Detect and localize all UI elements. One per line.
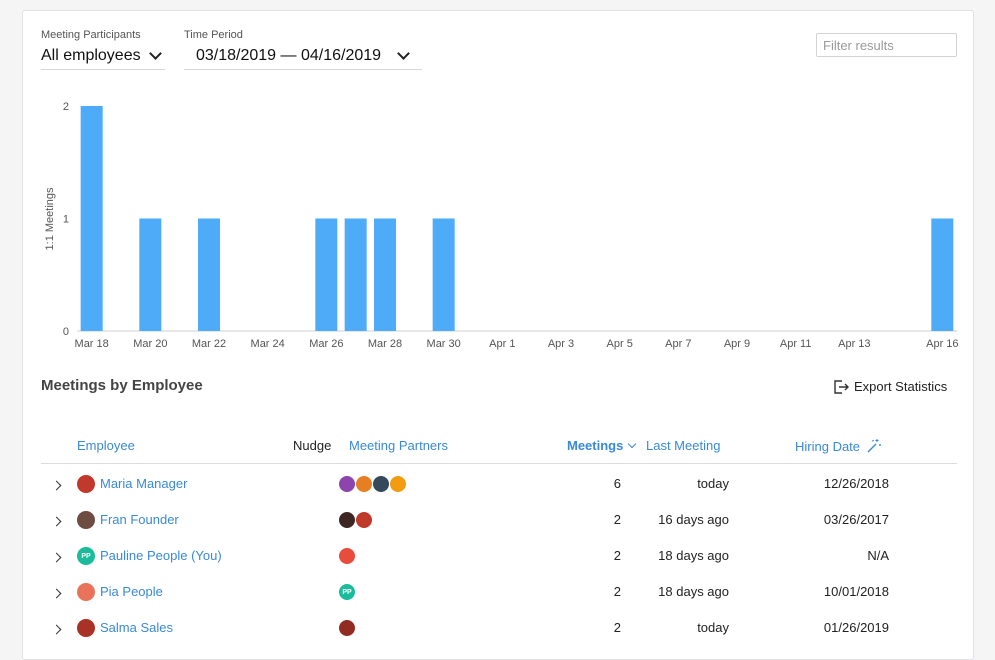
partner-avatar[interactable]: PP	[338, 583, 356, 601]
last-meeting: 18 days ago	[658, 584, 729, 599]
x-tick-label: Mar 30	[427, 338, 461, 350]
column-meetings[interactable]: Meetings	[567, 438, 637, 453]
y-tick-label: 1	[63, 214, 69, 226]
bar-apr-16	[931, 218, 954, 331]
column-last-meeting[interactable]: Last Meeting	[646, 438, 720, 453]
bar-mar-20	[139, 218, 162, 331]
avatar	[77, 475, 95, 493]
y-tick-label: 2	[63, 101, 69, 113]
last-meeting: 16 days ago	[658, 512, 729, 527]
employee-name-link[interactable]: Maria Manager	[100, 476, 187, 491]
x-tick-label: Apr 16	[926, 338, 958, 350]
chevron-right-icon[interactable]	[51, 516, 62, 527]
chevron-right-icon[interactable]	[51, 624, 62, 635]
bar-mar-28	[374, 218, 396, 331]
meeting-partners	[338, 547, 356, 565]
last-meeting: today	[697, 620, 729, 635]
x-tick-label: Mar 22	[192, 338, 226, 350]
x-tick-label: Apr 7	[665, 338, 691, 350]
column-employee[interactable]: Employee	[77, 438, 135, 453]
chevron-right-icon[interactable]	[51, 588, 62, 599]
x-tick-label: Mar 28	[368, 338, 402, 350]
export-statistics-button[interactable]: Export Statistics	[833, 379, 947, 394]
meetings-card: Meeting Participants All employees Time …	[22, 10, 974, 660]
bar-mar-30	[432, 218, 455, 331]
avatar	[77, 619, 95, 637]
x-tick-label: Apr 1	[489, 338, 515, 350]
avatar	[77, 511, 95, 529]
y-axis-label: 1:1 Meetings	[44, 187, 56, 250]
hiring-date: 12/26/2018	[823, 476, 889, 491]
hiring-date: N/A	[867, 548, 889, 563]
table-header-divider	[41, 463, 957, 464]
partner-avatar[interactable]	[355, 511, 373, 529]
meeting-partners	[338, 619, 356, 637]
bar-mar-27	[344, 218, 367, 331]
section-title: Meetings by Employee	[41, 377, 203, 394]
partner-avatar[interactable]	[372, 475, 390, 493]
x-tick-label: Apr 9	[724, 338, 750, 350]
table-row[interactable]: PP Pauline People (You) 2 18 days ago N/A	[23, 545, 975, 581]
x-tick-label: Apr 5	[607, 338, 633, 350]
hiring-date: 01/26/2019	[823, 620, 889, 635]
bar-mar-18	[80, 106, 103, 331]
partner-avatar[interactable]	[338, 511, 356, 529]
partner-avatar[interactable]	[338, 547, 356, 565]
employee-name-link[interactable]: Salma Sales	[100, 620, 173, 635]
hiring-date: 03/26/2017	[823, 512, 889, 527]
last-meeting: 18 days ago	[658, 548, 729, 563]
meetings-count: 2	[613, 620, 621, 635]
sort-desc-icon	[628, 439, 637, 449]
x-tick-label: Mar 18	[75, 338, 109, 350]
table-row[interactable]: Salma Sales 2 today 01/26/2019	[23, 617, 975, 653]
meetings-bar-chart: 0 1 2 1:1 Meetings Mar 18 Mar 20 Mar 22 Mar 24 M…	[44, 101, 959, 350]
meeting-partners: PP	[338, 583, 356, 601]
column-hiring-date[interactable]: Hiring Date	[795, 438, 882, 454]
meetings-count: 6	[613, 476, 621, 491]
column-meetings-label: Meetings	[567, 438, 624, 453]
avatar: PP	[77, 547, 95, 565]
hiring-date: 10/01/2018	[823, 584, 889, 599]
meeting-partners	[338, 511, 373, 529]
partner-avatar[interactable]	[338, 475, 356, 493]
avatar	[77, 583, 95, 601]
x-tick-label: Apr 3	[548, 338, 574, 350]
column-meeting-partners[interactable]: Meeting Partners	[349, 438, 448, 453]
bar-mar-22	[198, 218, 220, 331]
meetings-count: 2	[613, 548, 621, 563]
meetings-count: 2	[613, 512, 621, 527]
bar-mar-26	[315, 218, 338, 331]
magic-wand-icon	[867, 439, 882, 453]
partner-avatar[interactable]	[338, 619, 356, 637]
x-tick-label: Mar 20	[133, 338, 167, 350]
table-row[interactable]: Pia People PP 2 18 days ago 10/01/2018	[23, 581, 975, 617]
partner-avatar[interactable]	[389, 475, 407, 493]
column-hiring-date-label: Hiring Date	[795, 438, 861, 454]
last-meeting: today	[697, 476, 729, 491]
x-tick-label: Mar 24	[251, 338, 285, 350]
x-tick-label: Apr 13	[838, 338, 870, 350]
table-row[interactable]: Maria Manager 6 today 12/26/2018	[23, 473, 975, 509]
column-nudge: Nudge	[293, 438, 332, 453]
meeting-partners	[338, 475, 407, 493]
partner-avatar[interactable]	[355, 475, 373, 493]
table-row[interactable]: Fran Founder 2 16 days ago 03/26/2017	[23, 509, 975, 545]
y-tick-label: 0	[63, 326, 69, 338]
meetings-count: 2	[613, 584, 621, 599]
chevron-right-icon[interactable]	[51, 552, 62, 563]
export-label: Export Statistics	[854, 379, 948, 394]
employee-name-link[interactable]: Fran Founder	[100, 512, 179, 527]
employee-name-link[interactable]: Pauline People (You)	[100, 548, 222, 563]
x-tick-label: Mar 26	[309, 338, 343, 350]
chevron-right-icon[interactable]	[51, 480, 62, 491]
employee-name-link[interactable]: Pia People	[100, 584, 163, 599]
x-tick-label: Apr 11	[780, 338, 812, 350]
export-icon	[834, 379, 849, 394]
